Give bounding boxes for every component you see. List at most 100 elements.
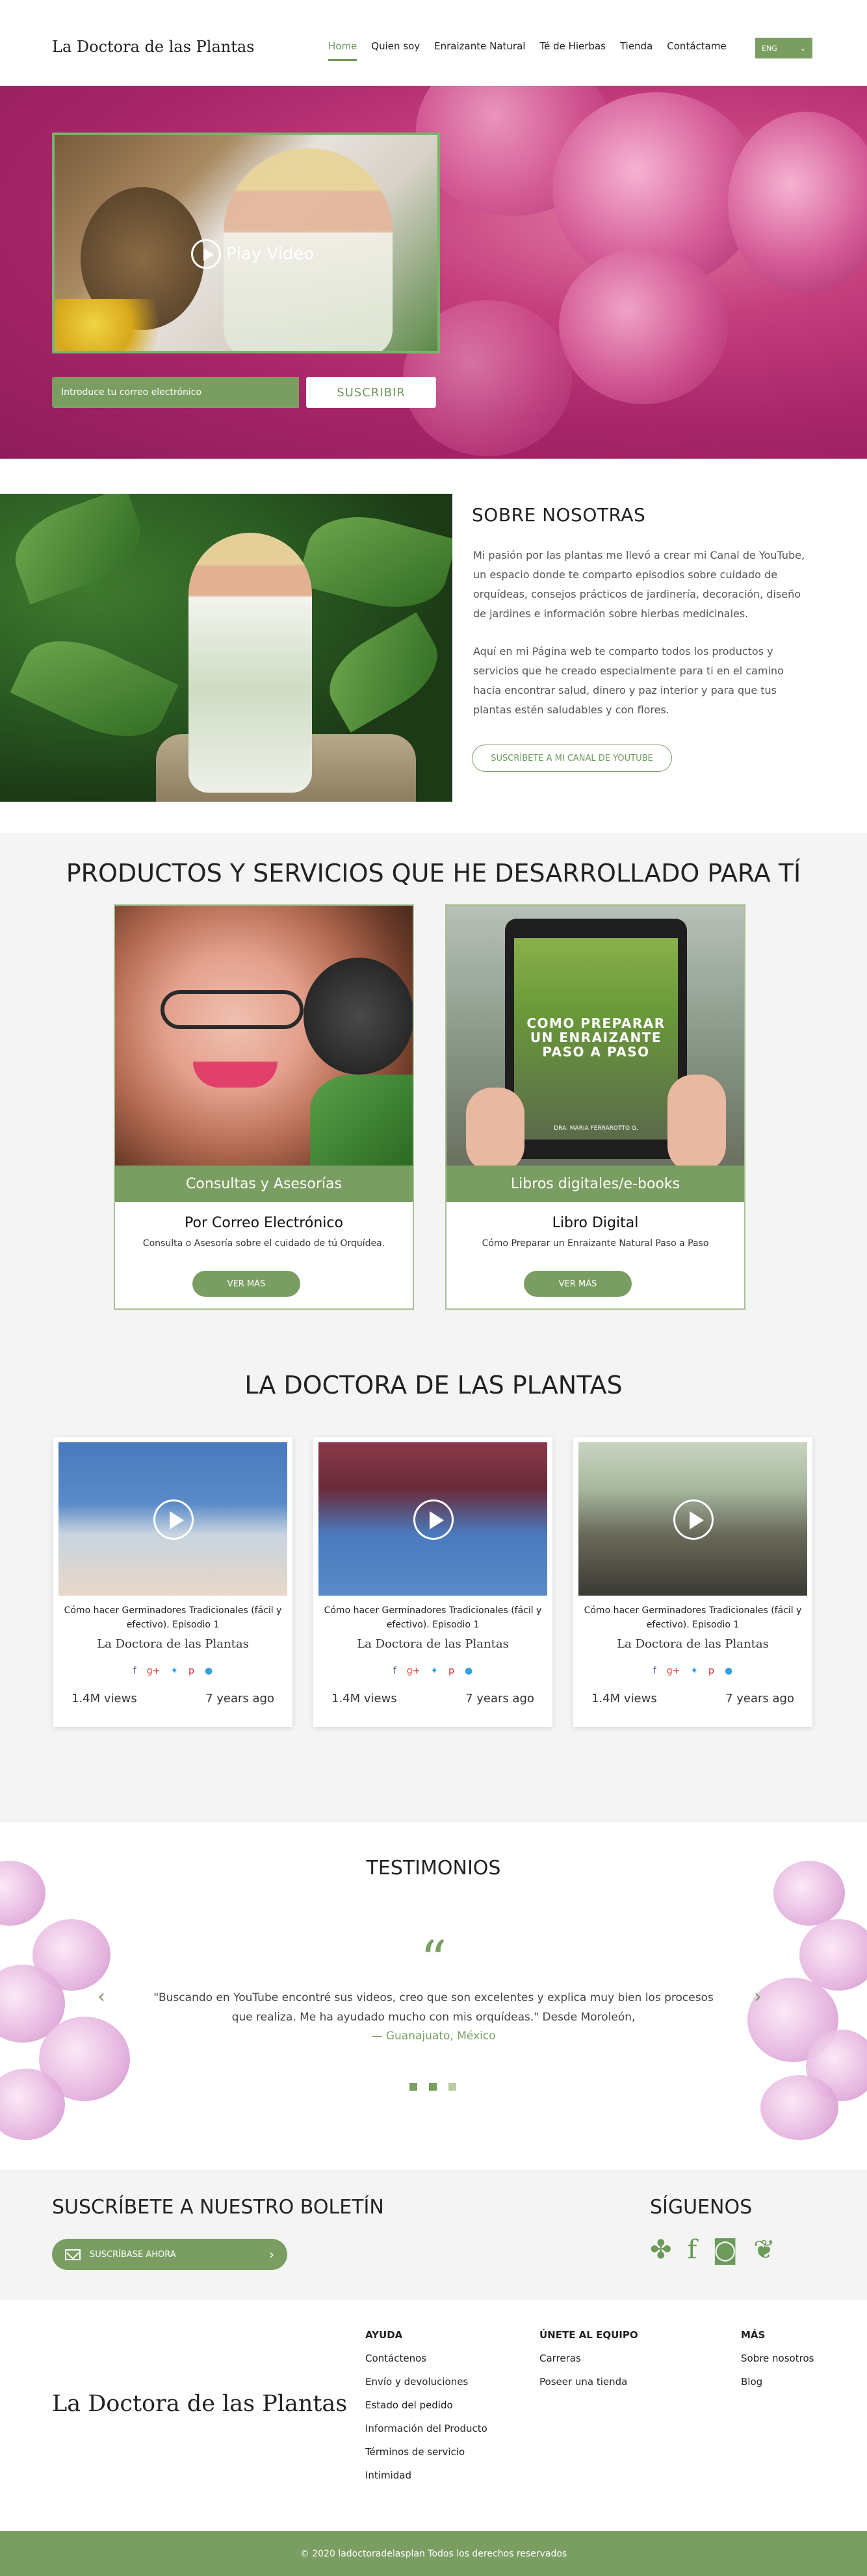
tumblr-icon[interactable]: ● — [725, 1666, 732, 1676]
tumblr-icon[interactable]: ● — [205, 1666, 213, 1676]
footer-link[interactable]: Términos de servicio — [365, 2440, 487, 2464]
nav-contactame[interactable]: Contáctame — [667, 40, 726, 61]
mail-icon — [65, 2249, 81, 2260]
hand-shape — [667, 1075, 726, 1166]
video-views: 1.4M views — [71, 1692, 137, 1705]
site-header: La Doctora de las Plantas Home Quien soy… — [0, 0, 867, 86]
video-card[interactable]: Cómo hacer Germinadores Tradicionales (f… — [53, 1437, 292, 1727]
newsletter-input[interactable]: SUSCRÍBASE AHORA › — [52, 2239, 287, 2270]
nav-te-hierbas[interactable]: Té de Hierbas — [539, 40, 606, 61]
twitter-icon[interactable]: ✦ — [170, 1666, 178, 1676]
video-thumbnail[interactable] — [58, 1442, 287, 1596]
facebook-icon[interactable]: f — [653, 1666, 656, 1676]
video-flowers-image — [55, 299, 185, 351]
video-thumbnail[interactable] — [318, 1442, 547, 1596]
video-channel: La Doctora de las Plantas — [97, 1637, 249, 1651]
instagram-icon[interactable]: ◙ — [712, 2235, 738, 2265]
nav-quien-soy[interactable]: Quien soy — [371, 40, 420, 61]
testimonial-prev-arrow[interactable]: ‹ — [97, 1985, 105, 2008]
facebook-icon[interactable]: f — [393, 1666, 396, 1676]
footer-link[interactable]: Estado del pedido — [365, 2393, 487, 2417]
video-caption[interactable]: Cómo hacer Germinadores Tradicionales (f… — [313, 1603, 552, 1632]
sprout-icon[interactable]: ❦ — [753, 2235, 775, 2265]
google-plus-icon[interactable]: g+ — [147, 1666, 161, 1676]
nav-home[interactable]: Home — [328, 40, 357, 61]
testimonials-section: TESTIMONIOS “ ‹ "Buscando en YouTube enc… — [0, 1822, 867, 2170]
ver-mas-button[interactable]: VER MÁS — [524, 1271, 632, 1297]
pinterest-icon[interactable]: p — [708, 1666, 714, 1676]
video-age: 7 years ago — [205, 1692, 274, 1705]
newsletter-section: SUSCRÍBETE A NUESTRO BOLETÍN SUSCRÍBASE … — [0, 2170, 867, 2300]
footer-link[interactable]: Sobre nosotros — [741, 2347, 814, 2370]
nav-enraizante[interactable]: Enraizante Natural — [434, 40, 525, 61]
footer-col-equipo: ÚNETE AL EQUIPO Carreras Poseer una tien… — [539, 2323, 638, 2393]
copyright-text: © 2020 ladoctoradelasplan Todos los dere… — [300, 2548, 567, 2559]
arrow-right-icon[interactable]: › — [269, 2247, 274, 2262]
glasses-shape — [161, 990, 304, 1029]
brand-logo[interactable]: La Doctora de las Plantas — [52, 38, 255, 56]
intro-video[interactable]: Play Video — [52, 133, 440, 353]
language-selector[interactable]: ENG ⌄ — [755, 38, 812, 58]
smile-shape — [193, 1062, 278, 1088]
footer-link[interactable]: Contáctenos — [365, 2347, 487, 2370]
ebook-cover: COMO PREPARAR UN ENRAIZANTE PASO A PASO … — [514, 938, 678, 1140]
slider-dot[interactable] — [409, 2083, 417, 2091]
facebook-icon[interactable]: f — [133, 1666, 136, 1676]
footer-link[interactable]: Envío y devoluciones — [365, 2370, 487, 2393]
video-social-icons: f g+ ✦ p ● — [53, 1666, 292, 1676]
play-icon[interactable] — [673, 1499, 714, 1540]
ver-mas-button[interactable]: VER MÁS — [192, 1271, 300, 1297]
nav-tienda[interactable]: Tienda — [620, 40, 653, 61]
plant-icon[interactable]: ✤ — [650, 2235, 672, 2265]
videos-title: LA DOCTORA DE LAS PLANTAS — [244, 1371, 623, 1399]
footer-heading: ÚNETE AL EQUIPO — [539, 2329, 638, 2341]
twitter-icon[interactable]: ✦ — [430, 1666, 438, 1676]
slider-dot[interactable] — [429, 2083, 437, 2091]
video-social-icons: f g+ ✦ p ● — [573, 1666, 812, 1676]
about-paragraph-2: Aquí en mi Página web te comparto todos … — [473, 645, 784, 716]
twitter-icon[interactable]: ✦ — [690, 1666, 698, 1676]
video-card[interactable]: Cómo hacer Germinadores Tradicionales (f… — [573, 1437, 812, 1727]
orchid-petal — [728, 112, 867, 294]
video-channel: La Doctora de las Plantas — [617, 1637, 769, 1651]
leaf-shape — [296, 502, 452, 622]
testimonial-author: — Guanajuato, México — [371, 2030, 496, 2043]
testimonial-text: "Buscando en YouTube encontré sus videos… — [153, 1991, 714, 2024]
footer-link[interactable]: Intimidad — [365, 2464, 487, 2487]
play-icon[interactable] — [413, 1499, 454, 1540]
footer-brand[interactable]: La Doctora de las Plantas — [52, 2391, 347, 2417]
tumblr-icon[interactable]: ● — [465, 1666, 472, 1676]
video-card[interactable]: Cómo hacer Germinadores Tradicionales (f… — [313, 1437, 552, 1727]
product-title: Libro Digital — [552, 1215, 639, 1231]
play-video-button[interactable]: Play Video — [191, 239, 314, 269]
testimonial-next-arrow[interactable]: › — [754, 1985, 762, 2008]
slider-dot[interactable] — [448, 2083, 456, 2091]
facebook-icon[interactable]: f — [688, 2235, 697, 2265]
pinterest-icon[interactable]: p — [188, 1666, 194, 1676]
google-plus-icon[interactable]: g+ — [667, 1666, 680, 1676]
footer-link[interactable]: Información del Producto — [365, 2417, 487, 2440]
product-image-ebook: COMO PREPARAR UN ENRAIZANTE PASO A PASO … — [446, 906, 744, 1166]
footer-col-mas: MÁS Sobre nosotros Blog — [741, 2323, 814, 2393]
video-thumbnail[interactable] — [578, 1442, 807, 1596]
video-caption[interactable]: Cómo hacer Germinadores Tradicionales (f… — [573, 1603, 812, 1632]
footer-heading: MÁS — [741, 2329, 766, 2341]
footer-link[interactable]: Blog — [741, 2370, 814, 2393]
hero-subscribe-button[interactable]: SUSCRIBIR — [306, 377, 436, 408]
pinterest-icon[interactable]: p — [448, 1666, 454, 1676]
site-footer: La Doctora de las Plantas AYUDA Contácte… — [0, 2300, 867, 2531]
footer-link[interactable]: Poseer una tienda — [539, 2370, 638, 2393]
plant-leaves-shape — [310, 1075, 413, 1166]
youtube-subscribe-button[interactable]: SUSCRÍBETE A MI CANAL DE YOUTUBE — [472, 745, 672, 772]
play-icon[interactable] — [153, 1499, 194, 1540]
product-band: Libros digitales/e-books — [446, 1166, 744, 1202]
google-plus-icon[interactable]: g+ — [407, 1666, 421, 1676]
newsletter-title: SUSCRÍBETE A NUESTRO BOLETÍN — [52, 2196, 384, 2219]
copyright-bar: © 2020 ladoctoradelasplan Todos los dere… — [0, 2531, 867, 2576]
footer-link[interactable]: Carreras — [539, 2347, 638, 2370]
video-caption[interactable]: Cómo hacer Germinadores Tradicionales (f… — [53, 1603, 292, 1632]
video-social-icons: f g+ ✦ p ● — [313, 1666, 552, 1676]
hero-section: Play Video Introduce tu correo electróni… — [0, 86, 867, 459]
hero-email-input[interactable]: Introduce tu correo electrónico — [52, 377, 299, 408]
quote-mark-icon: “ — [420, 1930, 447, 1990]
